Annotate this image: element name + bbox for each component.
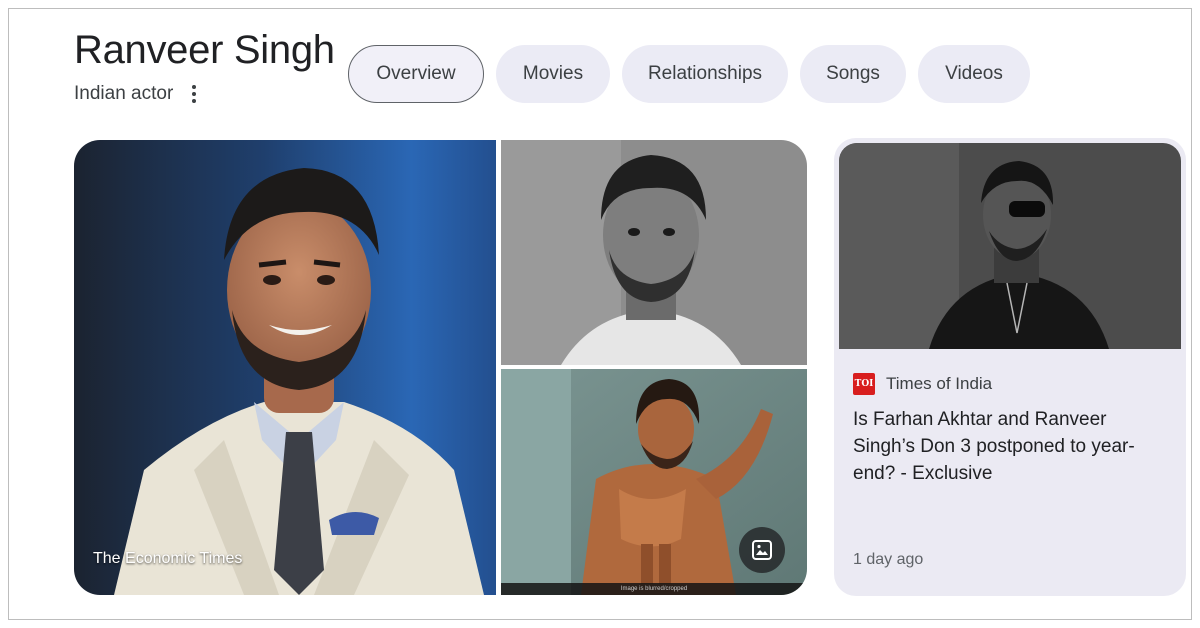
- tab-songs[interactable]: Songs: [800, 45, 906, 103]
- news-source-row: TOI Times of India: [853, 373, 992, 395]
- tab-videos[interactable]: Videos: [918, 45, 1030, 103]
- news-card[interactable]: TOI Times of India Is Farhan Akhtar and …: [834, 138, 1186, 596]
- news-timestamp: 1 day ago: [853, 551, 924, 568]
- shirtless-photo-image[interactable]: Image is blurred/cropped: [501, 369, 807, 595]
- more-vert-icon[interactable]: [187, 83, 201, 105]
- entity-title: Ranveer Singh: [74, 28, 335, 72]
- entity-subtitle-row: Indian actor: [74, 83, 201, 105]
- main-portrait-image[interactable]: The Economic Times: [74, 140, 496, 595]
- news-thumbnail-image: [839, 143, 1181, 349]
- grayscale-portrait-image[interactable]: [501, 140, 807, 365]
- image-source-label: The Economic Times: [93, 550, 243, 567]
- news-headline[interactable]: Is Farhan Akhtar and Ranveer Singh’s Don…: [853, 406, 1173, 487]
- tab-relationships[interactable]: Relationships: [622, 45, 788, 103]
- entity-subtitle: Indian actor: [74, 83, 174, 104]
- toi-logo-icon: TOI: [853, 373, 875, 395]
- tab-movies[interactable]: Movies: [496, 45, 610, 103]
- image-icon[interactable]: [739, 527, 785, 573]
- image-caption-strip: Image is blurred/cropped: [501, 583, 807, 595]
- image-gallery: The Economic Times Image is blurred/crop…: [74, 140, 807, 595]
- tab-overview[interactable]: Overview: [348, 45, 484, 103]
- news-source: Times of India: [886, 374, 993, 393]
- entity-tabs: Overview Movies Relationships Songs Vide…: [348, 45, 1042, 103]
